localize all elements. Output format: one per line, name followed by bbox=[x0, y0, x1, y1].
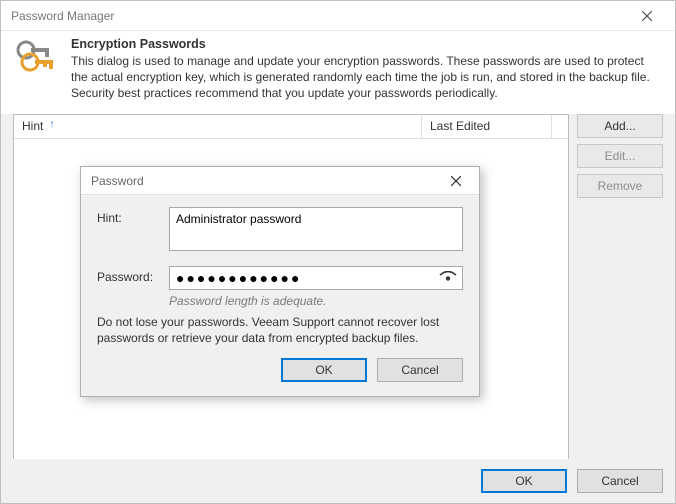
titlebar: Password Manager bbox=[1, 1, 675, 31]
ok-button[interactable]: OK bbox=[481, 469, 567, 493]
window-close-button[interactable] bbox=[627, 2, 667, 30]
eye-icon bbox=[439, 271, 457, 285]
password-dialog-title: Password bbox=[91, 174, 439, 188]
header: Encryption Passwords This dialog is used… bbox=[1, 31, 675, 114]
password-label: Password: bbox=[97, 266, 169, 308]
close-icon bbox=[451, 176, 461, 186]
header-text: Encryption Passwords This dialog is used… bbox=[59, 37, 663, 102]
password-input[interactable] bbox=[169, 266, 463, 290]
list-header: Hint ↑ Last Edited bbox=[14, 115, 568, 139]
hint-input[interactable] bbox=[169, 207, 463, 251]
reveal-password-button[interactable] bbox=[437, 268, 459, 288]
edit-button: Edit... bbox=[577, 144, 663, 168]
add-button[interactable]: Add... bbox=[577, 114, 663, 138]
column-hint-label: Hint bbox=[22, 119, 43, 133]
remove-button: Remove bbox=[577, 174, 663, 198]
header-description: This dialog is used to manage and update… bbox=[71, 53, 663, 102]
password-dialog-button-bar: OK Cancel bbox=[97, 358, 463, 382]
password-dialog-close-button[interactable] bbox=[439, 169, 473, 193]
header-title: Encryption Passwords bbox=[71, 37, 663, 51]
column-last-edited-label: Last Edited bbox=[430, 119, 490, 133]
hint-label: Hint: bbox=[97, 207, 169, 254]
dialog-button-bar: OK Cancel bbox=[1, 459, 675, 503]
window-title: Password Manager bbox=[11, 9, 627, 23]
column-spacer bbox=[552, 115, 568, 138]
sort-ascending-icon: ↑ bbox=[49, 120, 54, 130]
cancel-button[interactable]: Cancel bbox=[577, 469, 663, 493]
password-strength-text: Password length is adequate. bbox=[169, 294, 463, 308]
password-ok-button[interactable]: OK bbox=[281, 358, 367, 382]
close-icon bbox=[642, 11, 652, 21]
side-buttons: Add... Edit... Remove bbox=[577, 114, 663, 456]
keys-icon bbox=[13, 37, 59, 83]
password-warning-text: Do not lose your passwords. Veeam Suppor… bbox=[97, 314, 463, 346]
password-cancel-button[interactable]: Cancel bbox=[377, 358, 463, 382]
password-dialog: Password Hint: Password: bbox=[80, 166, 480, 397]
column-header-hint[interactable]: Hint ↑ bbox=[14, 115, 422, 138]
password-dialog-titlebar: Password bbox=[81, 167, 479, 195]
column-header-last-edited[interactable]: Last Edited bbox=[422, 115, 552, 138]
password-manager-window: Password Manager bbox=[0, 0, 676, 504]
